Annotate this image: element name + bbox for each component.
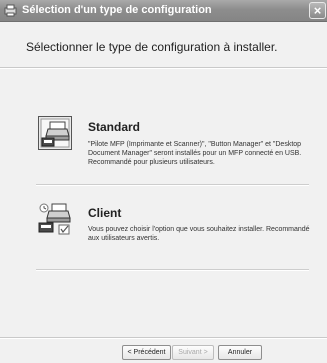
header-divider xyxy=(0,67,327,69)
option-separator xyxy=(36,184,309,186)
button-bar-divider xyxy=(0,337,327,339)
option-standard-description: "Pilote MFP (Imprimante et Scanner)", "B… xyxy=(88,141,302,166)
option-client-description: Vous pouvez choisir l'option que vous so… xyxy=(88,226,310,242)
option-standard-title[interactable]: Standard xyxy=(88,120,140,134)
setup-dialog: Sélection d'un type de configuration × S… xyxy=(0,0,327,363)
title-bar: Sélection d'un type de configuration × xyxy=(0,0,327,22)
instruction-heading: Sélectionner le type de configuration à … xyxy=(26,40,278,54)
close-button[interactable]: × xyxy=(309,2,326,19)
app-icon xyxy=(4,4,17,17)
back-button[interactable]: < Précédent xyxy=(122,345,171,360)
window-title: Sélection d'un type de configuration xyxy=(22,4,212,16)
cancel-button[interactable]: Annuler xyxy=(218,345,262,360)
option-client-title[interactable]: Client xyxy=(88,206,121,220)
option-separator xyxy=(36,269,309,271)
next-button[interactable]: Suivant > xyxy=(172,345,214,360)
close-icon: × xyxy=(313,3,322,18)
printer-custom-icon[interactable] xyxy=(38,202,72,236)
printer-setup-icon[interactable] xyxy=(38,116,72,150)
